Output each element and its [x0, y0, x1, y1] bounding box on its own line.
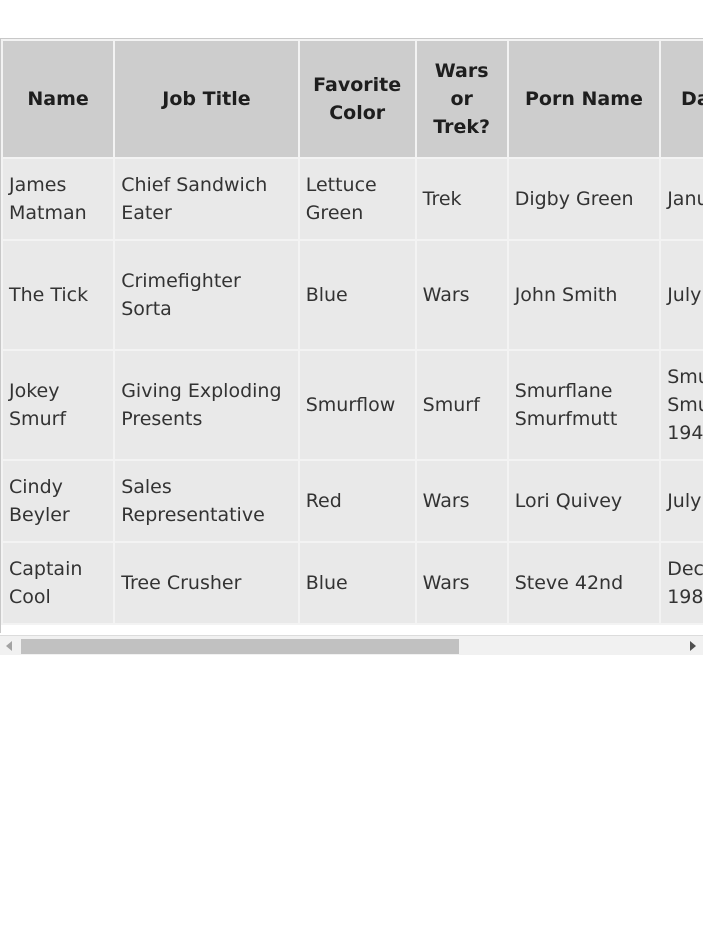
header-date-of-birth: Date of Birth [661, 41, 703, 157]
cell-wars-or-trek: Wars [416, 241, 507, 349]
cell-name: James Matman [3, 159, 114, 239]
cell-date-of-birth: July 5, 1956 [661, 461, 703, 541]
cell-porn-name: Lori Quivey [508, 461, 660, 541]
cell-wars-or-trek: Trek [416, 159, 507, 239]
header-name: Name [3, 41, 114, 157]
cell-porn-name: Smurflane Smurfmutt [508, 351, 660, 459]
cell-porn-name: John Smith [508, 241, 660, 349]
cell-date-of-birth: Smurfuary Smurfteenth, 1945 [661, 351, 703, 459]
triangle-right-icon[interactable] [690, 641, 696, 651]
cell-wars-or-trek: Wars [416, 543, 507, 623]
cell-job-title: Tree Crusher [115, 543, 298, 623]
header-wars-or-trek: Wars or Trek? [416, 41, 507, 157]
cell-favorite-color: Red [299, 461, 415, 541]
cell-favorite-color: Lettuce Green [299, 159, 415, 239]
cell-name: Jokey Smurf [3, 351, 114, 459]
cell-favorite-color: Blue [299, 543, 415, 623]
cell-job-title: Crimefighter Sorta [115, 241, 298, 349]
cell-wars-or-trek: Wars [416, 461, 507, 541]
cell-name: The Tick [3, 241, 114, 349]
cell-wars-or-trek: Smurf [416, 351, 507, 459]
cell-date-of-birth: January 13, 1975 [661, 159, 703, 239]
table-row: Cindy Beyler Sales Representative Red Wa… [3, 461, 703, 541]
cell-favorite-color: Blue [299, 241, 415, 349]
table-row: Captain Cool Tree Crusher Blue Wars Stev… [3, 543, 703, 623]
cell-porn-name: Steve 42nd [508, 543, 660, 623]
cell-job-title: Chief Sandwich Eater [115, 159, 298, 239]
scroll-thumb[interactable] [21, 639, 459, 654]
cell-name: Cindy Beyler [3, 461, 114, 541]
cell-job-title: Giving Exploding Presents [115, 351, 298, 459]
table-frame: Name Job Title Favorite Color Wars or Tr… [0, 38, 703, 633]
table-header-row: Name Job Title Favorite Color Wars or Tr… [3, 41, 703, 157]
cell-porn-name: Digby Green [508, 159, 660, 239]
header-favorite-color: Favorite Color [299, 41, 415, 157]
cell-date-of-birth: July 19, 1968 [661, 241, 703, 349]
table-row: James Matman Chief Sandwich Eater Lettuc… [3, 159, 703, 239]
cell-job-title: Sales Representative [115, 461, 298, 541]
table-row: The Tick Crimefighter Sorta Blue Wars Jo… [3, 241, 703, 349]
triangle-left-icon[interactable] [6, 641, 12, 651]
horizontal-scrollbar[interactable] [0, 635, 703, 655]
data-table: Name Job Title Favorite Color Wars or Tr… [1, 39, 703, 625]
table-scroll-container[interactable]: Name Job Title Favorite Color Wars or Tr… [0, 38, 703, 656]
header-porn-name: Porn Name [508, 41, 660, 157]
header-job-title: Job Title [115, 41, 298, 157]
table-row: Jokey Smurf Giving Exploding Presents Sm… [3, 351, 703, 459]
cell-date-of-birth: December 13, 1982 [661, 543, 703, 623]
cell-favorite-color: Smurflow [299, 351, 415, 459]
cell-name: Captain Cool [3, 543, 114, 623]
